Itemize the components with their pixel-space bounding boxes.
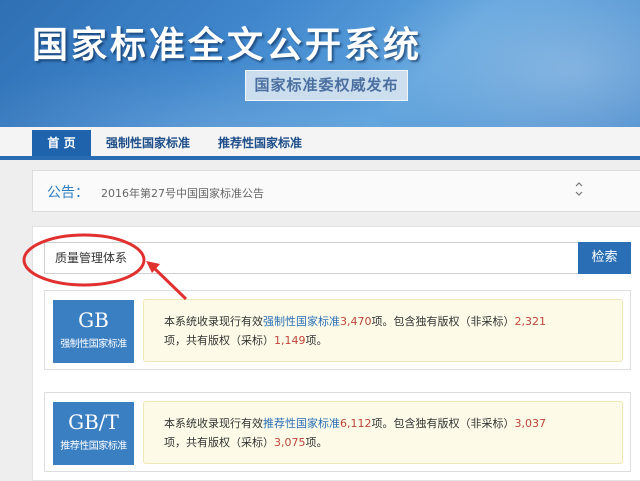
announcement-text[interactable]: 2016年第27号中国国家标准公告 — [101, 185, 264, 201]
search-button[interactable]: 检索 — [578, 242, 631, 274]
nav-item-recommended-standards[interactable]: 推荐性国家标准 — [212, 131, 308, 156]
site-subtitle: 国家标准委权威发布 — [245, 70, 408, 101]
site-title: 国家标准全文公开系统 — [32, 24, 423, 66]
up-down-chevron-icon[interactable] — [573, 181, 585, 199]
badge-name: 强制性国家标准 — [60, 339, 127, 350]
gbt-badge[interactable]: GB/T 推荐性国家标准 — [53, 402, 134, 465]
nav-item-mandatory-standards[interactable]: 强制性国家标准 — [100, 131, 196, 156]
standard-card-gb: GB 强制性国家标准 本系统收录现行有效强制性国家标准3,470项。包含独有版权… — [44, 290, 631, 370]
total-count: 3,470 — [340, 315, 372, 328]
info-mid2: 项，共有版权（采标） — [164, 334, 274, 347]
announcement-bar: 公告： 2016年第27号中国国家标准公告 — [32, 170, 640, 212]
info-mid2: 项，共有版权（采标） — [164, 436, 274, 449]
chevron-svg — [575, 182, 583, 196]
shared-count: 1,149 — [274, 334, 306, 347]
exclusive-count: 2,321 — [514, 315, 547, 328]
standard-link[interactable]: 强制性国家标准 — [263, 315, 340, 328]
exclusive-count: 3,037 — [514, 417, 547, 430]
main-nav: 首 页 强制性国家标准 推荐性国家标准 — [0, 127, 640, 160]
standard-card-gbt: GB/T 推荐性国家标准 本系统收录现行有效推荐性国家标准6,112项。包含独有… — [44, 392, 631, 472]
gb-badge[interactable]: GB 强制性国家标准 — [53, 300, 134, 363]
announcement-label: 公告： — [47, 185, 89, 201]
total-count: 6,112 — [340, 417, 372, 430]
card-info: 本系统收录现行有效强制性国家标准3,470项。包含独有版权（非采标）2,321 项… — [143, 299, 623, 362]
info-prefix: 本系统收录现行有效 — [164, 417, 263, 430]
info-end: 项。 — [305, 436, 328, 449]
info-end: 项。 — [305, 334, 328, 347]
info-prefix: 本系统收录现行有效 — [164, 315, 263, 328]
search-input[interactable]: 质量管理体系 — [44, 242, 579, 274]
badge-code: GB — [78, 308, 109, 332]
card-info: 本系统收录现行有效推荐性国家标准6,112项。包含独有版权（非采标）3,037 项… — [143, 401, 623, 464]
badge-name: 推荐性国家标准 — [60, 441, 127, 452]
info-mid1: 项。包含独有版权（非采标） — [371, 417, 515, 430]
badge-code: GB/T — [68, 410, 119, 434]
header-banner: 国家标准全文公开系统 国家标准委权威发布 — [0, 0, 640, 127]
standard-link[interactable]: 推荐性国家标准 — [263, 417, 340, 430]
nav-item-home[interactable]: 首 页 — [32, 130, 91, 156]
info-mid1: 项。包含独有版权（非采标） — [371, 315, 515, 328]
shared-count: 3,075 — [274, 436, 306, 449]
